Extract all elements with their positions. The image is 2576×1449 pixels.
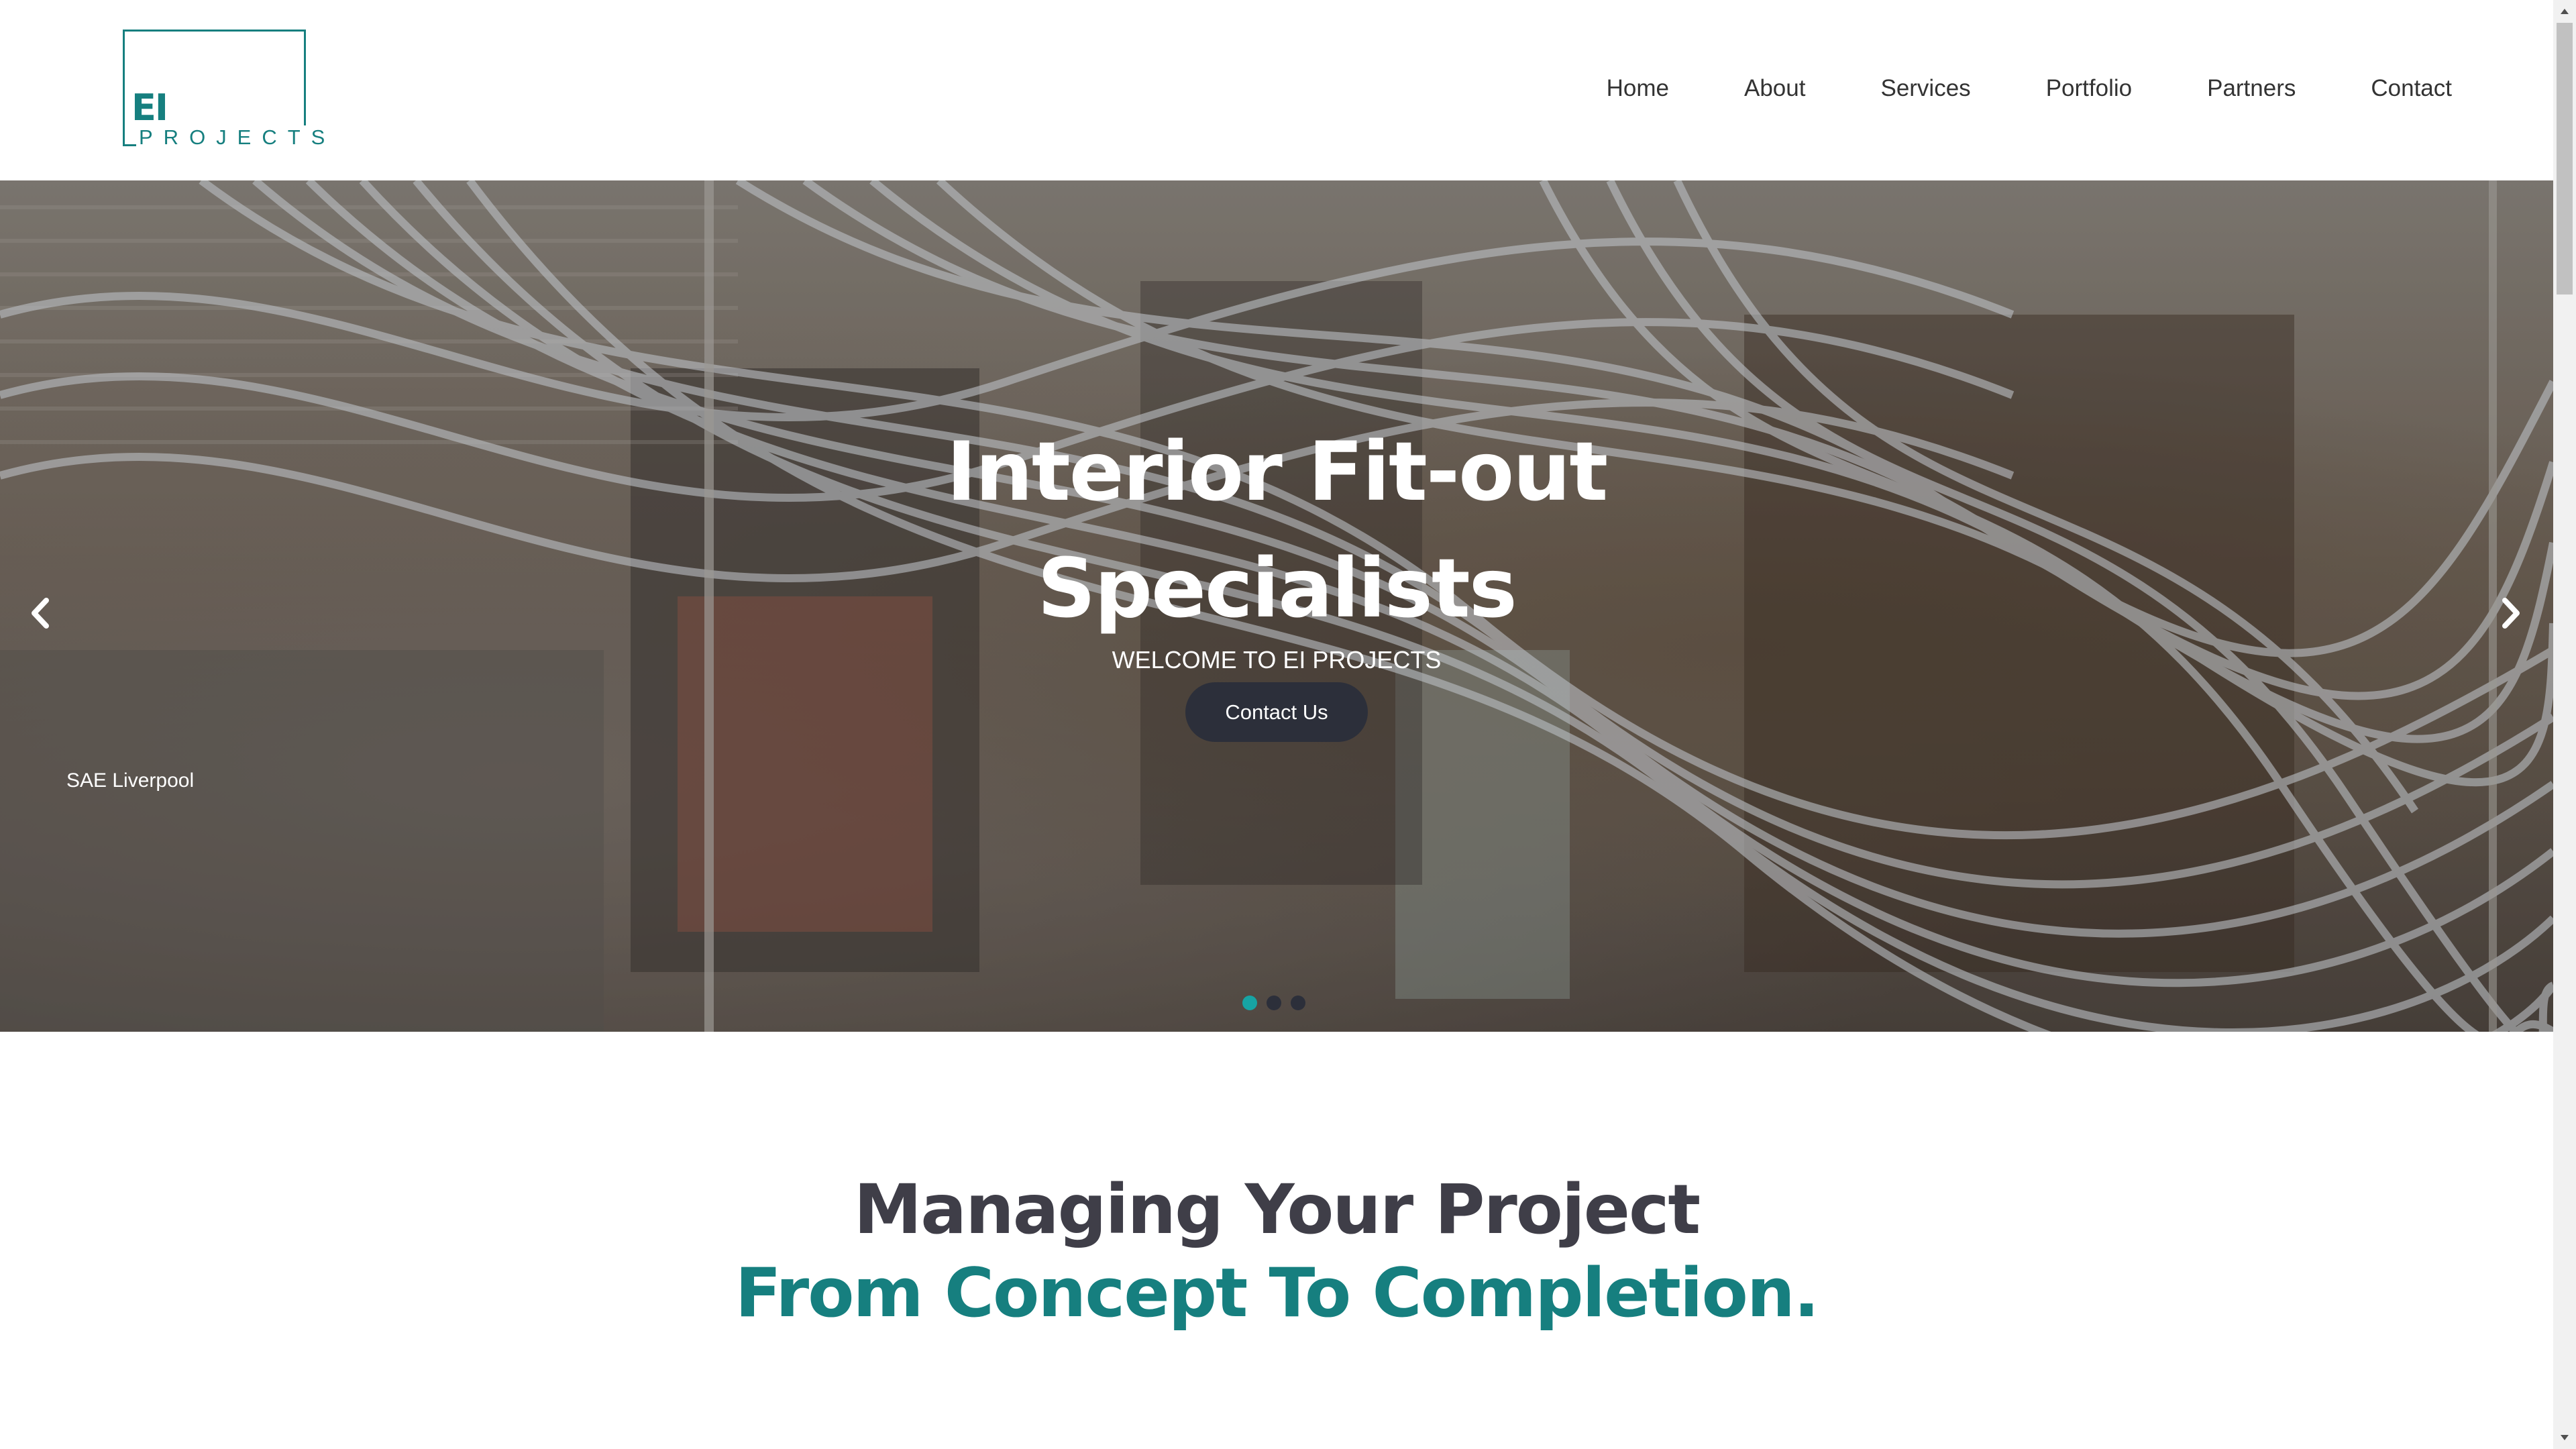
scrollbar-thumb[interactable]	[2557, 23, 2573, 294]
page: EI PROJECTS Home About Services Portfoli…	[0, 0, 2553, 1449]
scroll-down-button[interactable]	[2553, 1426, 2576, 1449]
hero-title: Interior Fit-out Specialists	[807, 414, 1746, 647]
slider-dot-3[interactable]	[1291, 996, 1305, 1010]
logo-mark: EI	[131, 87, 168, 129]
site-logo[interactable]: EI PROJECTS	[123, 30, 339, 150]
page-scrollbar[interactable]	[2553, 0, 2576, 1449]
scroll-up-arrow-icon	[2561, 9, 2569, 14]
slider-dot-1[interactable]	[1242, 996, 1257, 1010]
chevron-left-icon	[32, 598, 49, 629]
nav-item-contact[interactable]: Contact	[2371, 75, 2452, 102]
scroll-up-button[interactable]	[2553, 0, 2576, 23]
nav-item-services[interactable]: Services	[1880, 75, 1970, 102]
hero-subtitle: WELCOME TO EI PROJECTS	[1112, 646, 1442, 674]
contact-us-button[interactable]: Contact Us	[1185, 682, 1368, 742]
slider-pagination	[1242, 996, 1305, 1010]
hero-slider: Interior Fit-out Specialists WELCOME TO …	[0, 180, 2553, 1032]
nav-item-partners[interactable]: Partners	[2207, 75, 2296, 102]
logo-subtext: PROJECTS	[136, 125, 339, 150]
scroll-down-arrow-icon	[2561, 1435, 2569, 1440]
section-title: Managing Your Project	[853, 1170, 1701, 1250]
nav-item-portfolio[interactable]: Portfolio	[2046, 75, 2132, 102]
nav-item-home[interactable]: Home	[1607, 75, 1669, 102]
section-subtitle: From Concept To Completion.	[735, 1253, 1819, 1332]
main-nav: Home About Services Portfolio Partners C…	[1607, 75, 2452, 102]
hero-title-line-1: Interior Fit-out	[946, 425, 1608, 519]
chevron-right-icon	[2502, 598, 2520, 629]
hero-title-line-2: Specialists	[1037, 541, 1517, 636]
slider-prev-button[interactable]	[20, 586, 60, 640]
site-header: EI PROJECTS Home About Services Portfoli…	[0, 0, 2553, 180]
slide-caption: SAE Liverpool	[66, 769, 195, 792]
nav-item-about[interactable]: About	[1744, 75, 1805, 102]
slider-dot-2[interactable]	[1267, 996, 1281, 1010]
slider-next-button[interactable]	[2491, 586, 2531, 640]
